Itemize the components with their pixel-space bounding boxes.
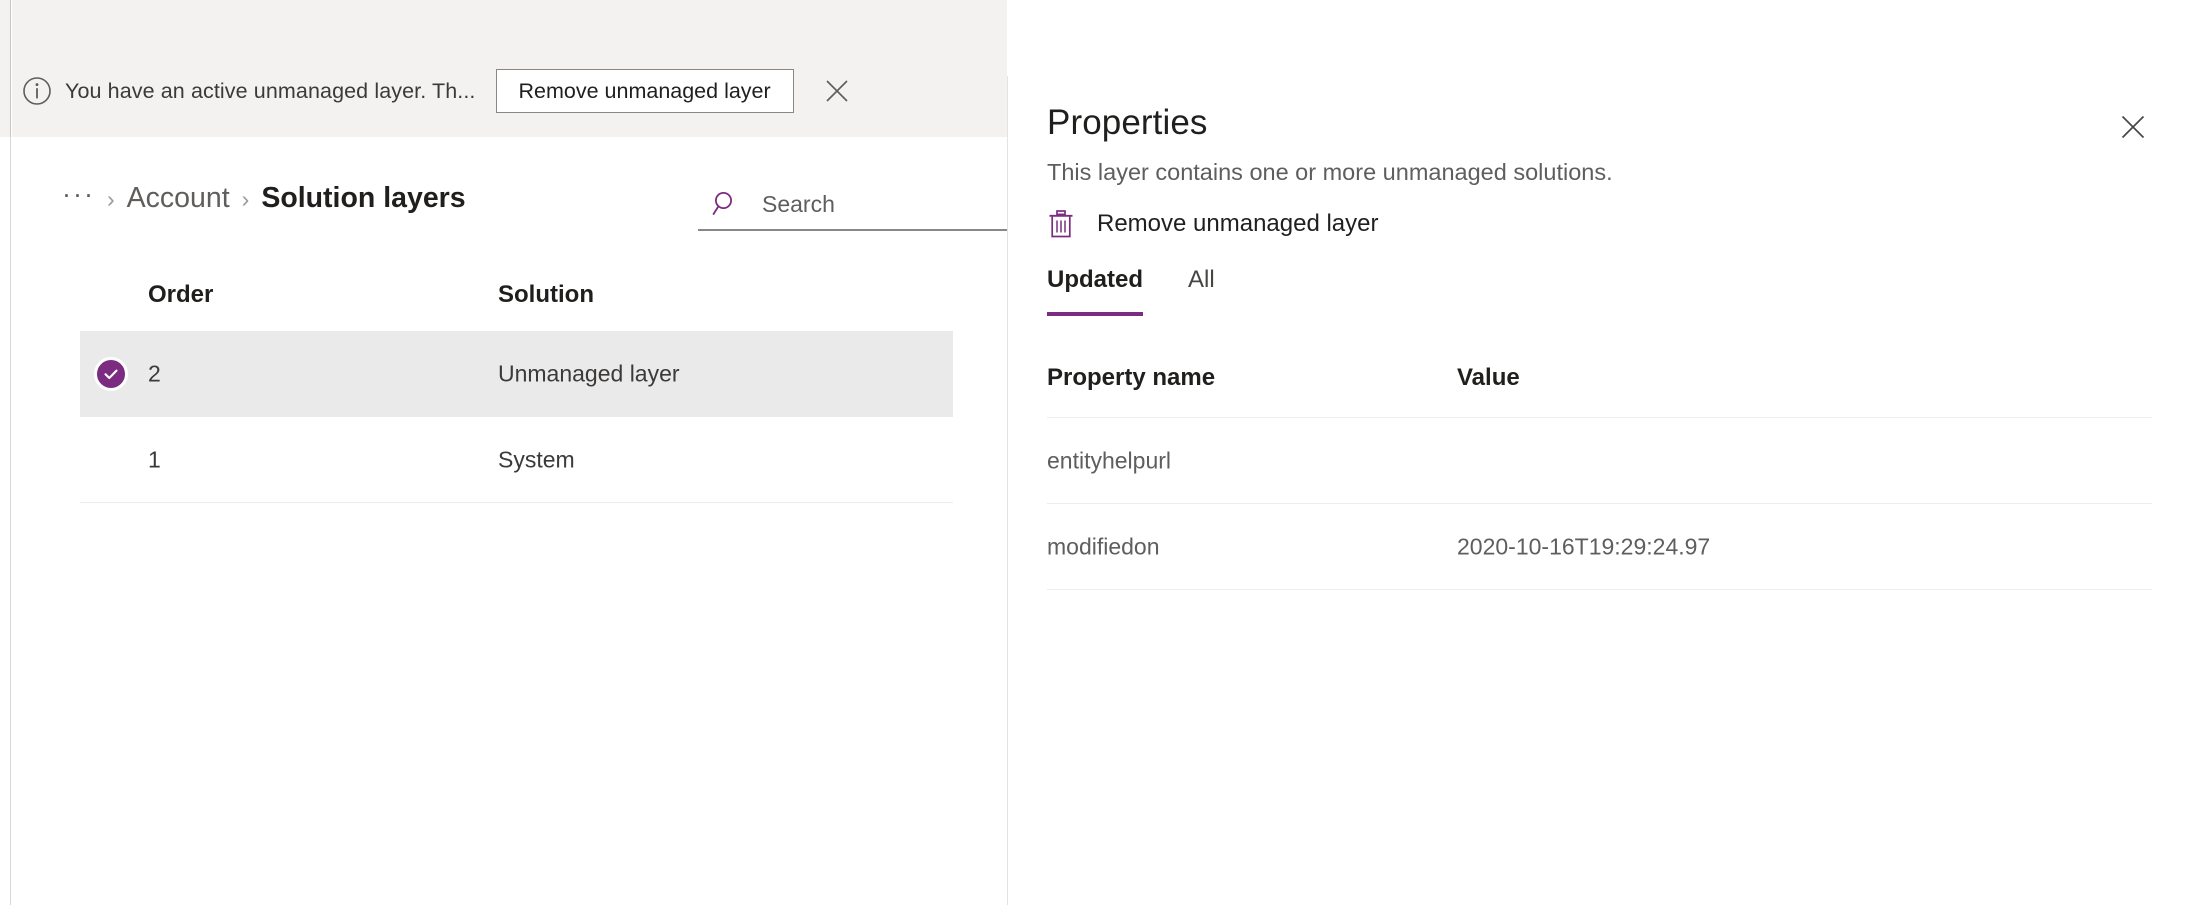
- table-row[interactable]: 1 System: [80, 417, 953, 503]
- panel-action-label: Remove unmanaged layer: [1097, 210, 1379, 237]
- property-name-cell: modifiedon: [1047, 533, 1160, 559]
- remove-unmanaged-layer-button[interactable]: Remove unmanaged layer: [495, 69, 794, 113]
- message-bar-close-icon[interactable]: [820, 74, 854, 108]
- property-row[interactable]: entityhelpurl: [1047, 418, 2152, 504]
- row-cell-solution: Unmanaged layer: [498, 360, 680, 387]
- search-box[interactable]: Search: [698, 179, 1018, 231]
- solution-layers-pane: ··· › Account › Solution layers Search O…: [12, 137, 1018, 905]
- message-bar-text: You have an active unmanaged layer. Th..…: [65, 78, 476, 103]
- table-row[interactable]: 2 Unmanaged layer: [80, 331, 953, 417]
- row-cell-order: 1: [148, 446, 161, 472]
- panel-tabs: Updated All: [1047, 266, 1260, 328]
- breadcrumb: ··· › Account › Solution layers: [62, 181, 466, 228]
- trash-icon: [1047, 209, 1075, 239]
- breadcrumb-item-account[interactable]: Account: [127, 182, 230, 215]
- property-name-cell: entityhelpurl: [1047, 447, 1172, 473]
- properties-panel: Properties This layer contains one or mo…: [1007, 76, 2185, 905]
- solution-layers-table: Order Solution 2 Unmanaged layer 1 Syste…: [12, 267, 1007, 503]
- search-input-placeholder[interactable]: Search: [762, 191, 835, 218]
- message-bar: You have an active unmanaged layer. Th..…: [12, 0, 1007, 137]
- panel-title: Properties: [1047, 103, 1208, 142]
- info-circle-icon: [22, 76, 52, 106]
- column-header-order[interactable]: Order: [148, 281, 213, 309]
- breadcrumb-separator-icon: ›: [241, 186, 250, 212]
- column-header-solution[interactable]: Solution: [498, 281, 594, 309]
- property-table: Property name Value entityhelpurl modifi…: [1047, 360, 2152, 590]
- tab-all[interactable]: All: [1188, 266, 1215, 316]
- column-header-value[interactable]: Value: [1457, 364, 1520, 392]
- panel-remove-unmanaged-layer-button[interactable]: Remove unmanaged layer: [1047, 198, 1379, 250]
- breadcrumb-overflow-button[interactable]: ···: [62, 181, 95, 208]
- breadcrumb-separator-icon: ›: [106, 186, 115, 212]
- window-left-edge-top: [0, 0, 11, 137]
- property-row[interactable]: modifiedon 2020-10-16T19:29:24.97: [1047, 504, 2152, 590]
- search-icon: [708, 187, 742, 221]
- column-header-property-name[interactable]: Property name: [1047, 364, 1215, 392]
- row-cell-order: 2: [148, 360, 161, 387]
- row-selected-checkmark-icon[interactable]: [94, 357, 128, 391]
- tab-updated[interactable]: Updated: [1047, 266, 1143, 316]
- panel-subtitle: This layer contains one or more unmanage…: [1047, 159, 1613, 185]
- property-table-header-row: Property name Value: [1047, 360, 2152, 418]
- breadcrumb-item-solution-layers: Solution layers: [261, 182, 466, 214]
- app-root: You have an active unmanaged layer. Th..…: [0, 0, 2185, 905]
- panel-close-icon[interactable]: [2115, 109, 2151, 145]
- command-row: ··· › Account › Solution layers Search: [12, 137, 1018, 267]
- property-value-cell: 2020-10-16T19:29:24.97: [1457, 533, 1711, 559]
- row-cell-solution: System: [498, 446, 575, 472]
- table-header-row: Order Solution: [12, 267, 1007, 331]
- message-bar-content: You have an active unmanaged layer. Th..…: [12, 60, 1007, 122]
